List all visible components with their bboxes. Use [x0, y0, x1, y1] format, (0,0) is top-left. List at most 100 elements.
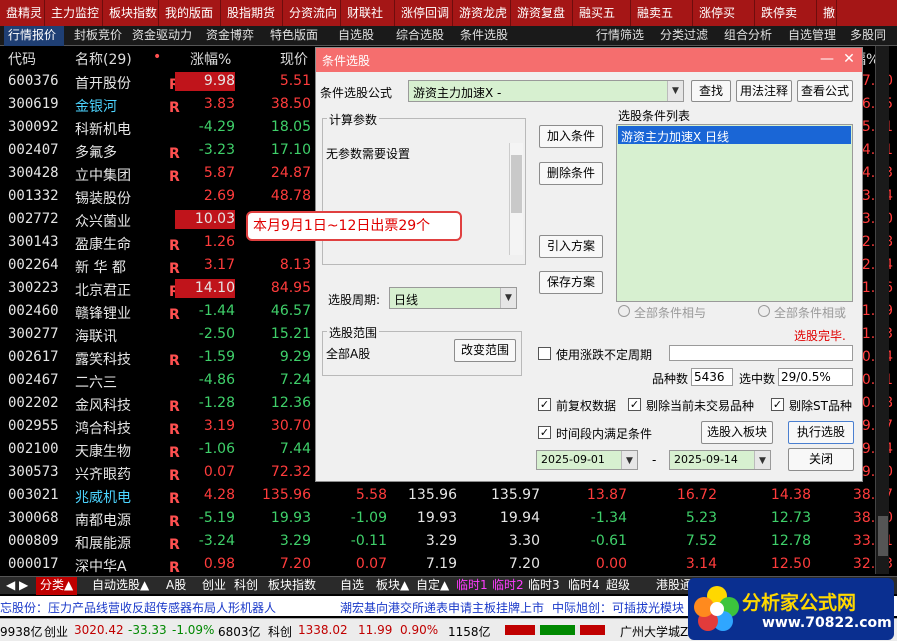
dialog-titlebar[interactable]: 条件选股 — ✕ [316, 48, 862, 72]
add-to-block-button[interactable]: 选股入板块 [701, 421, 773, 444]
bottom-tab-0[interactable]: ◀ ▶ [2, 577, 32, 595]
bottom-tab-2[interactable]: 自动选股▲ [88, 577, 153, 595]
bottom-tab-8[interactable]: 板块▲ [372, 577, 413, 595]
cell-name: 和展能源 [75, 536, 131, 552]
save-scheme-button[interactable]: 保存方案 [539, 271, 603, 294]
params-scrollbar[interactable] [509, 143, 523, 255]
table-row[interactable]: 300068 南都电源 R -5.19 19.93 -1.09 19.93 19.94 -1.3… [0, 507, 897, 530]
tab-8[interactable]: 行情筛选 [592, 26, 654, 46]
chevron-down-icon[interactable]: ▼ [667, 81, 683, 101]
tab-7[interactable]: 条件选股 [456, 26, 520, 46]
news-item[interactable]: 潮宏基向港交所递表申请主板挂牌上市 [340, 599, 544, 616]
news-item[interactable]: 忘股份：压力产品线营收反超传感器布局人形机器人 [0, 599, 276, 616]
topbar-item[interactable]: 盘精灵 [0, 0, 45, 26]
condition-list-title: 选股条件列表 [618, 109, 691, 123]
header-pct[interactable]: 涨幅% [190, 49, 231, 69]
formula-value: 游资主力加速X - [413, 86, 502, 100]
execute-select-button[interactable]: 执行选股 [788, 421, 854, 444]
bottom-tab-11[interactable]: 临时2 [488, 577, 528, 595]
topbar-item[interactable]: 融卖五 [631, 0, 693, 26]
find-button[interactable]: 查找 [691, 80, 731, 102]
tab-4[interactable]: 特色版面 [266, 26, 332, 46]
topbar-item[interactable]: 分资流向 [283, 0, 341, 26]
cell-name: 立中集团 [75, 168, 131, 184]
table-row[interactable]: 000017 深中华A R 0.98 7.20 0.07 7.19 7.20 0.00 3.14 1… [0, 553, 897, 576]
tab-3[interactable]: 资金博弈 [202, 26, 264, 46]
delete-condition-button[interactable]: 删除条件 [539, 162, 603, 185]
uncertain-period-checkbox[interactable] [538, 347, 551, 360]
cell-flag: R [169, 514, 180, 530]
close-button[interactable]: 关闭 [788, 448, 854, 471]
header-name[interactable]: 名称(29) [75, 49, 132, 69]
bottom-tab-7[interactable]: 自选 [336, 577, 368, 595]
minimize-icon[interactable]: — [818, 51, 836, 69]
bottom-tab-3[interactable]: A股 [162, 577, 190, 595]
exclude-st-checkbox[interactable]: ✓ [771, 398, 784, 411]
bottom-tab-12[interactable]: 临时3 [524, 577, 564, 595]
tab-10[interactable]: 组合分析 [720, 26, 782, 46]
topbar-item[interactable]: 游资龙虎 [453, 0, 511, 26]
calendar-dropdown-icon[interactable]: ▼ [621, 451, 637, 469]
change-range-button[interactable]: 改变范围 [454, 339, 516, 362]
topbar-item[interactable]: 股指期货 [221, 0, 283, 26]
table-row[interactable]: 003021 兆威机电 R 4.28 135.96 5.58 135.96 135.97 13.… [0, 484, 897, 507]
cell-c6: 3.29 [425, 533, 457, 549]
table-row[interactable]: 000809 和展能源 R -3.24 3.29 -0.11 3.29 3.30 -0.61 7.… [0, 530, 897, 553]
bottom-tab-1[interactable]: 分类▲ [36, 577, 78, 595]
bottom-tab-14[interactable]: 超级 [602, 577, 634, 595]
tab-2[interactable]: 资金驱动力 [128, 26, 200, 46]
view-formula-button[interactable]: 查看公式 [797, 80, 853, 102]
topbar-item[interactable]: 跌停卖 [755, 0, 817, 26]
formula-select[interactable]: 游资主力加速X - ▼ [408, 80, 684, 102]
bottom-tab-9[interactable]: 自定▲ [412, 577, 453, 595]
close-icon[interactable]: ✕ [840, 51, 858, 69]
radio-and[interactable] [618, 305, 630, 317]
calendar-dropdown-icon[interactable]: ▼ [754, 451, 770, 469]
bottom-tab-5[interactable]: 科创 [230, 577, 262, 595]
tab-1[interactable]: 封板竞价 [70, 26, 126, 46]
tab-11[interactable]: 自选管理 [784, 26, 844, 46]
cell-pct: -3.23 [198, 142, 235, 158]
prefuquan-checkbox[interactable]: ✓ [538, 398, 551, 411]
bottom-tab-4[interactable]: 创业 [198, 577, 230, 595]
topbar-item[interactable]: 涨停回调 [395, 0, 453, 26]
tab-9[interactable]: 分类过滤 [656, 26, 718, 46]
topbar-item[interactable]: 涨停买 [693, 0, 755, 26]
condition-list[interactable]: 游资主力加速X 日线 [616, 124, 853, 302]
tab-12[interactable]: 多股同 [846, 26, 897, 46]
condition-list-item[interactable]: 游资主力加速X 日线 [618, 126, 851, 144]
radio-or[interactable] [758, 305, 770, 317]
topbar-item[interactable]: 我的版面 [159, 0, 221, 26]
period-select[interactable]: 日线 ▼ [389, 287, 517, 309]
header-price[interactable]: 现价 [280, 49, 308, 69]
topbar-item[interactable]: 板块指数 [103, 0, 159, 26]
exclude-notrade-checkbox[interactable]: ✓ [628, 398, 641, 411]
chevron-down-icon[interactable]: ▼ [500, 288, 516, 308]
bottom-tab-13[interactable]: 临时4 [564, 577, 604, 595]
vertical-scrollbar[interactable] [875, 46, 889, 574]
add-condition-button[interactable]: 加入条件 [539, 125, 603, 148]
date-to-value: 2025-09-14 [674, 453, 738, 466]
topbar-item[interactable]: 游资复盘 [511, 0, 573, 26]
topbar-item[interactable]: 撤 [817, 0, 837, 26]
import-scheme-button[interactable]: 引入方案 [539, 235, 603, 258]
date-to-select[interactable]: 2025-09-14 ▼ [669, 450, 771, 470]
tab-5[interactable]: 自选股 [334, 26, 390, 46]
uncertain-period-input[interactable] [669, 345, 853, 361]
bottom-tab-10[interactable]: 临时1 [452, 577, 492, 595]
topbar-item[interactable]: 主力监控 [45, 0, 103, 26]
date-from-select[interactable]: 2025-09-01 ▼ [536, 450, 638, 470]
status-cyb-pct: -1.09% [172, 623, 215, 637]
bottom-tab-6[interactable]: 板块指数 [264, 577, 320, 595]
usage-button[interactable]: 用法注释 [736, 80, 792, 102]
cell-flag: R [169, 468, 180, 484]
cell-price: 7.20 [279, 556, 311, 572]
header-code[interactable]: 代码 [8, 49, 36, 69]
scrollbar-thumb[interactable] [878, 516, 888, 556]
time-range-checkbox[interactable]: ✓ [538, 426, 551, 439]
topbar-item[interactable]: 融买五 [573, 0, 631, 26]
tab-6[interactable]: 综合选股 [392, 26, 454, 46]
tab-0[interactable]: 行情报价 [4, 26, 64, 46]
topbar-item[interactable]: 财联社 [341, 0, 395, 26]
news-item[interactable]: 中际旭创：可插拔光模块 [552, 599, 684, 616]
